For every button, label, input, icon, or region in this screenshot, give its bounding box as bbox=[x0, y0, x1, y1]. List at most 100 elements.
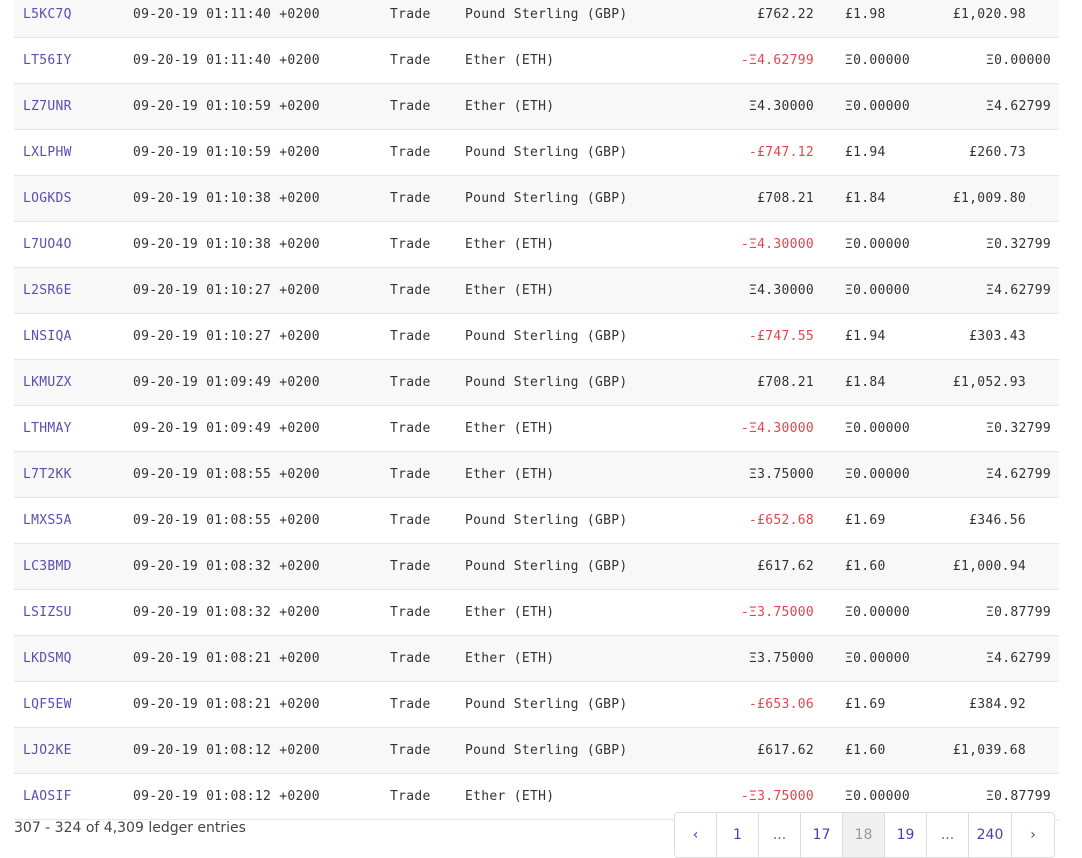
pagination-page-1[interactable]: 1 bbox=[717, 813, 759, 857]
ledger-id-link[interactable]: LTHMAY bbox=[23, 406, 72, 451]
row-asset: Ether (ETH) bbox=[465, 99, 555, 114]
row-fee: £1.60 bbox=[845, 559, 886, 574]
row-type: Trade bbox=[390, 375, 431, 390]
row-fee: £1.69 bbox=[845, 697, 886, 712]
pagination-page-19[interactable]: 19 bbox=[885, 813, 927, 857]
row-amount: -£653.06 bbox=[748, 697, 814, 712]
ledger-id-link[interactable]: LXLPHW bbox=[23, 130, 72, 175]
table-row: L5KC7Q 09-20-19 01:11:40 +0200 Trade Pound … bbox=[14, 0, 1059, 38]
row-type: Trade bbox=[390, 651, 431, 666]
row-amount: -Ξ4.30000 bbox=[740, 421, 814, 436]
row-fee: Ξ0.00000 bbox=[845, 53, 911, 68]
table-row: LNSIQA 09-20-19 01:10:27 +0200 Trade Pound … bbox=[14, 314, 1059, 360]
row-asset: Ether (ETH) bbox=[465, 283, 555, 298]
row-balance: £384.92 bbox=[969, 697, 1026, 712]
table-row: LKDSMQ 09-20-19 01:08:21 +0200 Trade Ether … bbox=[14, 636, 1059, 682]
ledger-id-link[interactable]: L5KC7Q bbox=[23, 0, 72, 37]
row-balance: Ξ4.62799 bbox=[985, 651, 1051, 666]
row-asset: Pound Sterling (GBP) bbox=[465, 329, 628, 344]
ledger-id-link[interactable]: LSIZSU bbox=[23, 590, 72, 635]
row-fee: Ξ0.00000 bbox=[845, 283, 911, 298]
row-fee: Ξ0.00000 bbox=[845, 237, 911, 252]
row-fee: Ξ0.00000 bbox=[845, 99, 911, 114]
ledger-id-link[interactable]: L7UO4O bbox=[23, 222, 72, 267]
row-amount: Ξ4.30000 bbox=[748, 99, 814, 114]
ledger-id-link[interactable]: LAOSIF bbox=[23, 774, 72, 819]
row-type: Trade bbox=[390, 559, 431, 574]
row-asset: Pound Sterling (GBP) bbox=[465, 7, 628, 22]
row-balance: £1,020.98 bbox=[952, 7, 1026, 22]
row-amount: £708.21 bbox=[757, 375, 814, 390]
row-date: 09-20-19 01:08:55 +0200 bbox=[133, 467, 320, 482]
row-fee: Ξ0.00000 bbox=[845, 467, 911, 482]
ledger-id-link[interactable]: LJO2KE bbox=[23, 728, 72, 773]
pagination-ellipsis: ... bbox=[927, 813, 969, 857]
row-type: Trade bbox=[390, 605, 431, 620]
row-fee: Ξ0.00000 bbox=[845, 421, 911, 436]
row-fee: £1.69 bbox=[845, 513, 886, 528]
ledger-id-link[interactable]: L2SR6E bbox=[23, 268, 72, 313]
ledger-table: L5KC7Q 09-20-19 01:11:40 +0200 Trade Pound … bbox=[14, 0, 1059, 820]
row-fee: Ξ0.00000 bbox=[845, 651, 911, 666]
row-date: 09-20-19 01:10:27 +0200 bbox=[133, 329, 320, 344]
row-fee: £1.60 bbox=[845, 743, 886, 758]
table-row: L7UO4O 09-20-19 01:10:38 +0200 Trade Ether … bbox=[14, 222, 1059, 268]
pagination-page-17[interactable]: 17 bbox=[801, 813, 843, 857]
row-date: 09-20-19 01:08:21 +0200 bbox=[133, 651, 320, 666]
pagination: ‹ 1... 17 18 19... 240 › bbox=[674, 812, 1055, 858]
row-amount: -Ξ4.30000 bbox=[740, 237, 814, 252]
row-asset: Pound Sterling (GBP) bbox=[465, 191, 628, 206]
row-asset: Pound Sterling (GBP) bbox=[465, 743, 628, 758]
row-date: 09-20-19 01:10:27 +0200 bbox=[133, 283, 320, 298]
row-date: 09-20-19 01:08:12 +0200 bbox=[133, 743, 320, 758]
row-date: 09-20-19 01:11:40 +0200 bbox=[133, 7, 320, 22]
row-balance: Ξ0.32799 bbox=[985, 237, 1051, 252]
row-amount: -£747.12 bbox=[748, 145, 814, 160]
row-type: Trade bbox=[390, 513, 431, 528]
row-fee: £1.94 bbox=[845, 329, 886, 344]
row-date: 09-20-19 01:10:38 +0200 bbox=[133, 191, 320, 206]
ledger-id-link[interactable]: LZ7UNR bbox=[23, 84, 72, 129]
row-balance: Ξ4.62799 bbox=[985, 467, 1051, 482]
row-asset: Pound Sterling (GBP) bbox=[465, 513, 628, 528]
pagination-next-button[interactable]: › bbox=[1012, 813, 1054, 857]
row-amount: £708.21 bbox=[757, 191, 814, 206]
row-balance: Ξ0.32799 bbox=[985, 421, 1051, 436]
ledger-id-link[interactable]: LKMUZX bbox=[23, 360, 72, 405]
row-asset: Ether (ETH) bbox=[465, 651, 555, 666]
row-date: 09-20-19 01:08:21 +0200 bbox=[133, 697, 320, 712]
ledger-id-link[interactable]: LMXS5A bbox=[23, 498, 72, 543]
row-type: Trade bbox=[390, 191, 431, 206]
table-row: LMXS5A 09-20-19 01:08:55 +0200 Trade Pound … bbox=[14, 498, 1059, 544]
row-type: Trade bbox=[390, 421, 431, 436]
table-row: LXLPHW 09-20-19 01:10:59 +0200 Trade Pound … bbox=[14, 130, 1059, 176]
ledger-id-link[interactable]: LC3BMD bbox=[23, 544, 72, 589]
row-balance: £260.73 bbox=[969, 145, 1026, 160]
table-row: LJO2KE 09-20-19 01:08:12 +0200 Trade Pound … bbox=[14, 728, 1059, 774]
row-type: Trade bbox=[390, 329, 431, 344]
ledger-id-link[interactable]: LQF5EW bbox=[23, 682, 72, 727]
row-type: Trade bbox=[390, 789, 431, 804]
row-asset: Ether (ETH) bbox=[465, 237, 555, 252]
row-amount: Ξ3.75000 bbox=[748, 651, 814, 666]
table-row: LQF5EW 09-20-19 01:08:21 +0200 Trade Pound … bbox=[14, 682, 1059, 728]
pagination-page-240[interactable]: 240 bbox=[969, 813, 1012, 857]
row-date: 09-20-19 01:09:49 +0200 bbox=[133, 375, 320, 390]
row-asset: Ether (ETH) bbox=[465, 467, 555, 482]
row-amount: Ξ4.30000 bbox=[748, 283, 814, 298]
row-balance: £1,052.93 bbox=[952, 375, 1026, 390]
ledger-id-link[interactable]: LKDSMQ bbox=[23, 636, 72, 681]
row-type: Trade bbox=[390, 283, 431, 298]
row-fee: £1.94 bbox=[845, 145, 886, 160]
row-asset: Ether (ETH) bbox=[465, 789, 555, 804]
row-amount: £762.22 bbox=[757, 7, 814, 22]
pagination-prev-button[interactable]: ‹ bbox=[675, 813, 717, 857]
table-row: L7T2KK 09-20-19 01:08:55 +0200 Trade Ether … bbox=[14, 452, 1059, 498]
row-asset: Ether (ETH) bbox=[465, 53, 555, 68]
ledger-id-link[interactable]: L7T2KK bbox=[23, 452, 72, 497]
row-type: Trade bbox=[390, 7, 431, 22]
row-asset: Pound Sterling (GBP) bbox=[465, 697, 628, 712]
ledger-id-link[interactable]: LNSIQA bbox=[23, 314, 72, 359]
ledger-id-link[interactable]: LOGKDS bbox=[23, 176, 72, 221]
ledger-id-link[interactable]: LT56IY bbox=[23, 38, 72, 83]
